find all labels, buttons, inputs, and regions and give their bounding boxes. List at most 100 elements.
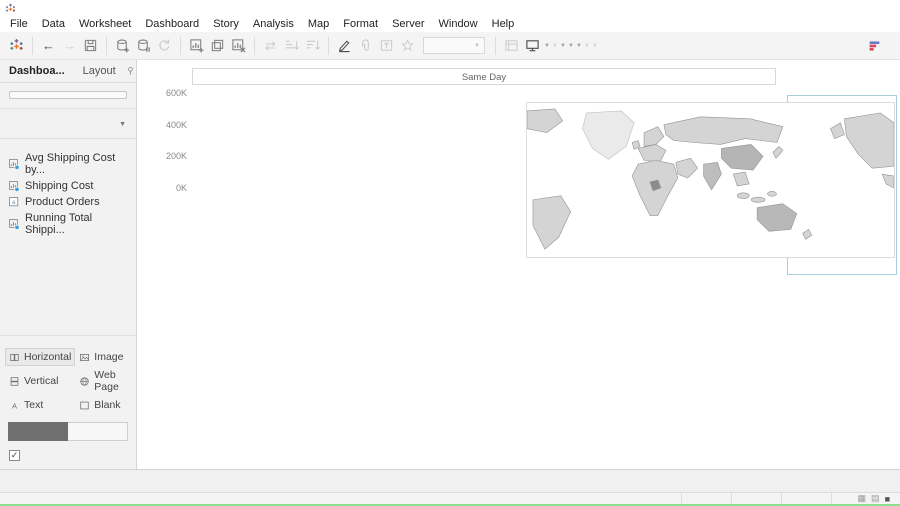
sort-ascending-icon bbox=[281, 35, 302, 57]
text-icon bbox=[9, 400, 20, 411]
save-icon[interactable] bbox=[80, 35, 101, 57]
pane-tab-layout[interactable]: Layout bbox=[74, 65, 125, 77]
fit-selector[interactable]: ▼ bbox=[423, 37, 485, 54]
show-dashboard-title-row: ✓ bbox=[0, 446, 136, 469]
object-text[interactable]: Text bbox=[6, 397, 74, 413]
highlight-icon[interactable] bbox=[334, 35, 355, 57]
sheet-item-avg-shipping-cost-by[interactable]: Avg Shipping Cost by... bbox=[0, 150, 136, 178]
tableau-logo-icon[interactable] bbox=[6, 35, 27, 57]
sheet-item-label: Shipping Cost bbox=[25, 180, 94, 192]
undo-icon[interactable]: ← bbox=[38, 35, 59, 57]
dashboard-canvas: 600K400K200K0K Same Day CriticalHighMedi… bbox=[137, 60, 900, 469]
object-label: Blank bbox=[94, 399, 120, 411]
chevron-down-icon: ▼ bbox=[474, 43, 480, 49]
sheet-item-label: Running Total Shippi... bbox=[25, 212, 128, 236]
chart-sheet-icon bbox=[8, 218, 20, 230]
objects-section-label bbox=[0, 336, 136, 347]
show-me-icon bbox=[868, 39, 881, 52]
sheet-item-running-total-shippi[interactable]: Running Total Shippi... bbox=[0, 210, 136, 238]
object-vertical[interactable]: Vertical bbox=[6, 367, 74, 395]
show-tabs-icon[interactable]: ▦ bbox=[858, 493, 867, 504]
show-mark-labels-icon bbox=[376, 35, 397, 57]
tiled-button[interactable] bbox=[8, 422, 68, 441]
show-filmstrip-icon[interactable]: ▤ bbox=[871, 493, 880, 504]
status-cells: ▦ ▤ ■ bbox=[681, 493, 900, 504]
object-label: Vertical bbox=[24, 375, 58, 387]
new-worksheet-icon[interactable] bbox=[186, 35, 207, 57]
pane-tab-dashboa[interactable]: Dashboa... bbox=[0, 65, 74, 77]
object-image[interactable]: Image bbox=[76, 349, 130, 365]
world-map[interactable] bbox=[526, 102, 895, 258]
menu-story[interactable]: Story bbox=[206, 18, 246, 30]
size-section-label bbox=[0, 109, 136, 120]
dashboard-pane: Dashboa...Layout ▼ Avg Shipping Cost by.… bbox=[0, 60, 137, 469]
menu-help[interactable]: Help bbox=[485, 18, 522, 30]
status-cell bbox=[781, 493, 831, 504]
y-axis-ticks: 600K400K200K0K bbox=[159, 68, 192, 85]
pause-auto-updates-icon[interactable] bbox=[133, 35, 154, 57]
menu-file[interactable]: File bbox=[3, 18, 35, 30]
area-panel-same-day[interactable]: Same Day bbox=[193, 68, 776, 85]
object-label: Image bbox=[94, 351, 123, 363]
object-horizontal[interactable]: Horizontal bbox=[6, 349, 74, 365]
toolbar-separator bbox=[106, 37, 107, 55]
world-map-graphic bbox=[527, 103, 894, 257]
clear-sheet-icon[interactable] bbox=[228, 35, 249, 57]
sheet-item-label: Product Orders bbox=[25, 196, 100, 208]
status-bar: ▦ ▤ ■ bbox=[0, 492, 900, 504]
show-me-button[interactable] bbox=[868, 39, 894, 52]
sheet-nav-controls bbox=[831, 493, 852, 504]
device-preview-button[interactable] bbox=[9, 91, 127, 99]
object-label: Text bbox=[24, 399, 43, 411]
layout-mode-toggle bbox=[8, 422, 128, 441]
menu-server[interactable]: Server bbox=[385, 18, 431, 30]
chart-sheet-icon bbox=[8, 158, 20, 170]
menu-analysis[interactable]: Analysis bbox=[246, 18, 301, 30]
chevron-down-icon: ▼ bbox=[119, 121, 126, 128]
new-data-source-icon[interactable] bbox=[112, 35, 133, 57]
object-label: Horizontal bbox=[24, 351, 71, 363]
status-cell bbox=[731, 493, 781, 504]
swap-axes-icon: ⇄ bbox=[260, 35, 281, 57]
sheet-item-shipping-cost[interactable]: Shipping Cost bbox=[0, 178, 136, 194]
show-sheet-icon[interactable]: ■ bbox=[885, 494, 890, 504]
duplicate-sheet-icon[interactable] bbox=[207, 35, 228, 57]
chevron-down-icon: ▼ bbox=[543, 43, 551, 49]
vertical-icon bbox=[9, 376, 20, 387]
menu-window[interactable]: Window bbox=[432, 18, 485, 30]
toolbar-separator bbox=[495, 37, 496, 55]
image-icon bbox=[79, 352, 90, 363]
menu-format[interactable]: Format bbox=[336, 18, 385, 30]
chart-sheet-icon bbox=[8, 180, 20, 192]
y-tick: 600K bbox=[166, 88, 187, 98]
sheet-item-label: Avg Shipping Cost by... bbox=[25, 152, 128, 176]
size-dropdown[interactable]: ▼ bbox=[0, 120, 136, 138]
menu-data[interactable]: Data bbox=[35, 18, 72, 30]
bottom-row bbox=[146, 97, 900, 258]
show-cards-icon bbox=[501, 35, 522, 57]
toolbar: ←→⇄▼▼▼▼▼▼▼▼ bbox=[0, 32, 900, 60]
fix-axes-icon bbox=[397, 35, 418, 57]
shipping-cost-section bbox=[146, 97, 514, 258]
presentation-mode-icon[interactable] bbox=[522, 35, 543, 57]
menu-dashboard[interactable]: Dashboard bbox=[138, 18, 206, 30]
redo-icon: → bbox=[59, 35, 80, 57]
main-area: Dashboa...Layout ▼ Avg Shipping Cost by.… bbox=[0, 60, 900, 469]
sidebar-spacer bbox=[0, 238, 136, 335]
menu-map[interactable]: Map bbox=[301, 18, 336, 30]
chevron-down-icon: ▼ bbox=[583, 43, 591, 49]
y-tick: 0K bbox=[176, 183, 187, 193]
running-total-chart[interactable]: 600K400K200K0K Same Day bbox=[146, 68, 776, 85]
title-bar bbox=[0, 0, 900, 16]
show-dashboard-title-checkbox[interactable]: ✓ bbox=[9, 450, 20, 461]
object-blank[interactable]: Blank bbox=[76, 397, 130, 413]
floating-button[interactable] bbox=[68, 422, 129, 441]
menu-worksheet[interactable]: Worksheet bbox=[72, 18, 138, 30]
chevron-down-icon: ▼ bbox=[559, 43, 567, 49]
bar-x-axis bbox=[203, 102, 514, 114]
group-members-icon bbox=[355, 35, 376, 57]
view-mode-buttons: ▦ ▤ ■ bbox=[852, 493, 900, 504]
object-web-page[interactable]: Web Page bbox=[76, 367, 130, 395]
sheet-item-product-orders[interactable]: Product Orders bbox=[0, 194, 136, 210]
toolbar-separator bbox=[328, 37, 329, 55]
